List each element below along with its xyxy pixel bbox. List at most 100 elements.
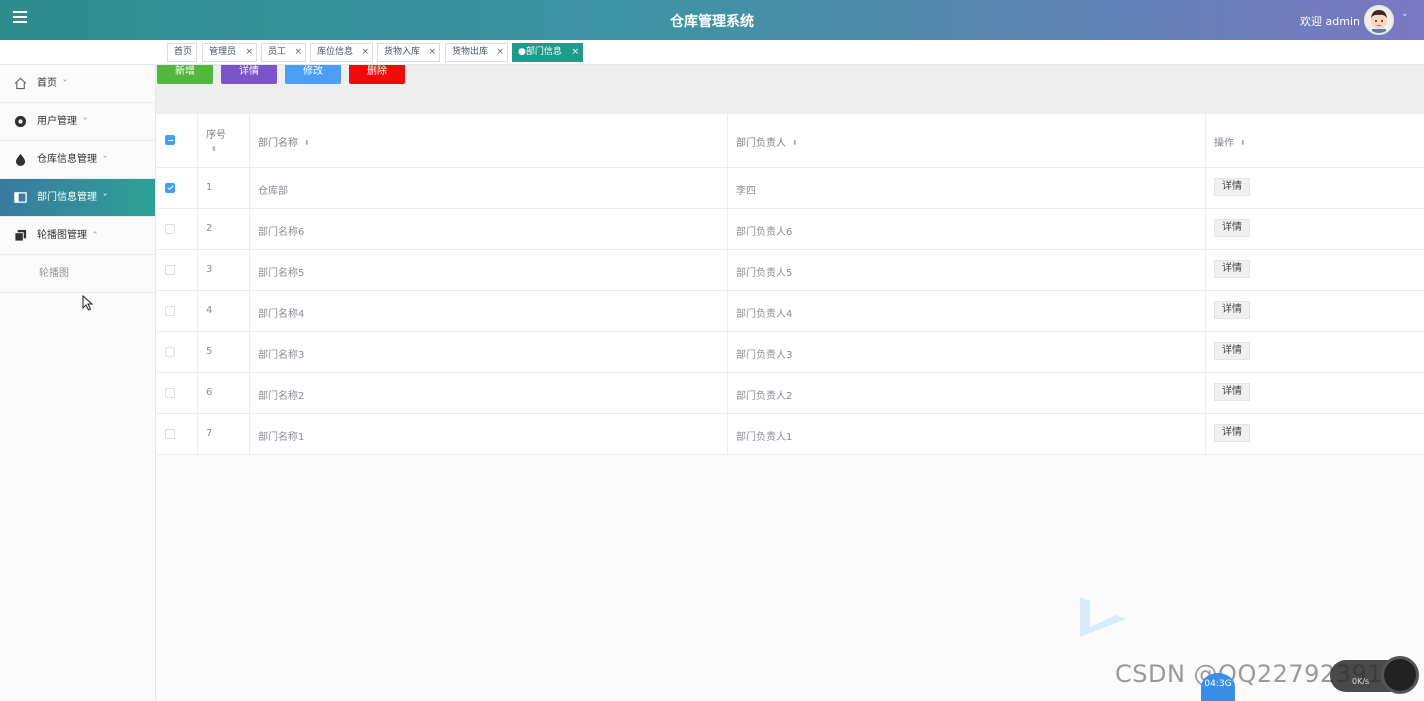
user-avatar[interactable] — [1364, 5, 1394, 35]
row-checkbox[interactable] — [165, 388, 175, 398]
department-table: 序号 ⬍ 部门名称 ⬍ 部门负责人 ⬍ 操作 ⬍ 1 仓库部 李四 详情 2 部门名称… — [157, 113, 1424, 455]
delete-button[interactable]: 删除 — [349, 65, 405, 84]
select-all-checkbox[interactable] — [165, 135, 175, 145]
chevron-up-icon: ˄ — [92, 231, 98, 240]
table-row[interactable]: 7 部门名称1 部门负责人1 详情 — [157, 414, 1424, 455]
close-icon[interactable]: × — [571, 44, 579, 61]
table-row[interactable]: 6 部门名称2 部门负责人2 详情 — [157, 373, 1424, 414]
panel-icon — [14, 192, 27, 203]
cell-manager: 李四 — [736, 186, 756, 197]
row-checkbox[interactable] — [165, 183, 175, 193]
copy-icon — [14, 229, 27, 242]
column-header-action[interactable]: 操作 — [1214, 138, 1234, 149]
chevron-down-icon: ˅ — [102, 193, 108, 202]
tag-location[interactable]: 库位信息 × — [310, 43, 373, 62]
cell-name: 部门名称6 — [258, 227, 305, 238]
edit-button[interactable]: 修改 — [285, 65, 341, 84]
close-icon[interactable]: × — [496, 44, 504, 61]
sidebar-item-warehouse[interactable]: 仓库信息管理 ˅ — [0, 141, 155, 179]
bilibili-logo-icon — [1080, 597, 1126, 637]
tag-staff[interactable]: 员工 × — [261, 43, 306, 62]
cell-name: 部门名称4 — [258, 309, 305, 320]
drop-icon — [15, 153, 26, 166]
sort-icon[interactable]: ⬍ — [211, 145, 217, 153]
tag-home[interactable]: 首页 — [167, 43, 197, 62]
tag-label: 首页 — [174, 47, 193, 57]
table-row[interactable]: 5 部门名称3 部门负责人3 详情 — [157, 332, 1424, 373]
close-icon[interactable]: × — [361, 44, 369, 61]
column-header-seq[interactable]: 序号 — [206, 126, 226, 141]
cell-seq: 2 — [206, 223, 213, 234]
close-icon[interactable]: × — [294, 44, 302, 61]
cell-name: 部门名称1 — [258, 432, 305, 443]
cell-manager: 部门负责人4 — [736, 309, 793, 320]
cell-manager: 部门负责人5 — [736, 268, 793, 279]
table-row[interactable]: 1 仓库部 李四 详情 — [157, 168, 1424, 209]
welcome-text: 欢迎 admin — [1300, 15, 1360, 28]
tag-outbound[interactable]: 货物出库 × — [445, 43, 508, 62]
cell-manager: 部门负责人6 — [736, 227, 793, 238]
sidebar-item-department[interactable]: 部门信息管理 ˅ — [0, 179, 155, 217]
column-header-manager[interactable]: 部门负责人 — [736, 138, 786, 149]
sidebar-item-carousel[interactable]: 轮播图管理 ˄ — [0, 217, 155, 255]
tag-admin[interactable]: 管理员 × — [202, 43, 257, 62]
user-circle-icon — [14, 115, 27, 128]
row-detail-button[interactable]: 详情 — [1214, 260, 1250, 278]
sidebar-subitem-carousel[interactable]: 轮播图 — [0, 255, 155, 293]
cell-manager: 部门负责人3 — [736, 350, 793, 361]
tag-label: 货物入库 — [384, 47, 421, 57]
sidebar: 首页 ˅ 用户管理 ˅ 仓库信息管理 ˅ 部门信息管理 ˅ 轮播图管理 ˄ 轮播图 — [0, 65, 156, 701]
column-header-name[interactable]: 部门名称 — [258, 138, 298, 149]
top-header: 仓库管理系统 欢迎 admin ˅ — [0, 0, 1424, 40]
sidebar-item-users[interactable]: 用户管理 ˅ — [0, 103, 155, 141]
cell-seq: 6 — [206, 387, 213, 398]
cell-name: 部门名称3 — [258, 350, 305, 361]
add-button[interactable]: 新增 — [157, 65, 213, 84]
row-detail-button[interactable]: 详情 — [1214, 178, 1250, 196]
chevron-down-icon[interactable]: ˅ — [1403, 14, 1408, 24]
sidebar-item-home[interactable]: 首页 ˅ — [0, 65, 155, 103]
cell-seq: 1 — [206, 182, 213, 193]
row-checkbox[interactable] — [165, 265, 175, 275]
tag-label: 管理员 — [209, 47, 237, 57]
cell-name: 仓库部 — [258, 186, 288, 197]
row-detail-button[interactable]: 详情 — [1214, 424, 1250, 442]
table-row[interactable]: 2 部门名称6 部门负责人6 详情 — [157, 209, 1424, 250]
row-detail-button[interactable]: 详情 — [1214, 383, 1250, 401]
cell-name: 部门名称2 — [258, 391, 305, 402]
chevron-down-icon: ˅ — [102, 155, 108, 164]
home-icon — [14, 77, 27, 90]
sort-icon[interactable]: ⬍ — [304, 140, 310, 147]
tag-label: 货物出库 — [452, 47, 489, 57]
table-row[interactable]: 3 部门名称5 部门负责人5 详情 — [157, 250, 1424, 291]
mouse-cursor-icon — [82, 295, 94, 311]
cell-seq: 4 — [206, 305, 213, 316]
chevron-down-icon: ˅ — [62, 79, 68, 88]
sidebar-item-label: 首页 — [37, 78, 57, 89]
row-checkbox[interactable] — [165, 306, 175, 316]
cell-seq: 7 — [206, 428, 213, 439]
row-checkbox[interactable] — [165, 347, 175, 357]
close-icon[interactable]: × — [428, 44, 436, 61]
detail-button[interactable]: 详情 — [221, 65, 277, 84]
chevron-down-icon: ˅ — [82, 117, 88, 126]
speed-ring-icon — [1381, 656, 1419, 694]
row-detail-button[interactable]: 详情 — [1214, 301, 1250, 319]
action-toolbar: 新增 详情 修改 删除 — [156, 65, 1424, 113]
tag-inbound[interactable]: 货物入库 × — [377, 43, 440, 62]
cell-seq: 5 — [206, 346, 213, 357]
tag-label: 库位信息 — [317, 47, 354, 57]
app-title: 仓库管理系统 — [670, 14, 754, 30]
close-icon[interactable]: × — [245, 44, 253, 61]
floating-badge[interactable]: 04:3G — [1201, 673, 1235, 701]
sort-icon[interactable]: ⬍ — [1240, 140, 1246, 147]
row-detail-button[interactable]: 详情 — [1214, 342, 1250, 360]
sort-icon[interactable]: ⬍ — [792, 140, 798, 147]
cell-name: 部门名称5 — [258, 268, 305, 279]
row-detail-button[interactable]: 详情 — [1214, 219, 1250, 237]
row-checkbox[interactable] — [165, 224, 175, 234]
tag-label: ●部门信息 — [518, 47, 562, 57]
tag-department[interactable]: ●部门信息 × — [512, 43, 583, 62]
row-checkbox[interactable] — [165, 429, 175, 439]
table-row[interactable]: 4 部门名称4 部门负责人4 详情 — [157, 291, 1424, 332]
